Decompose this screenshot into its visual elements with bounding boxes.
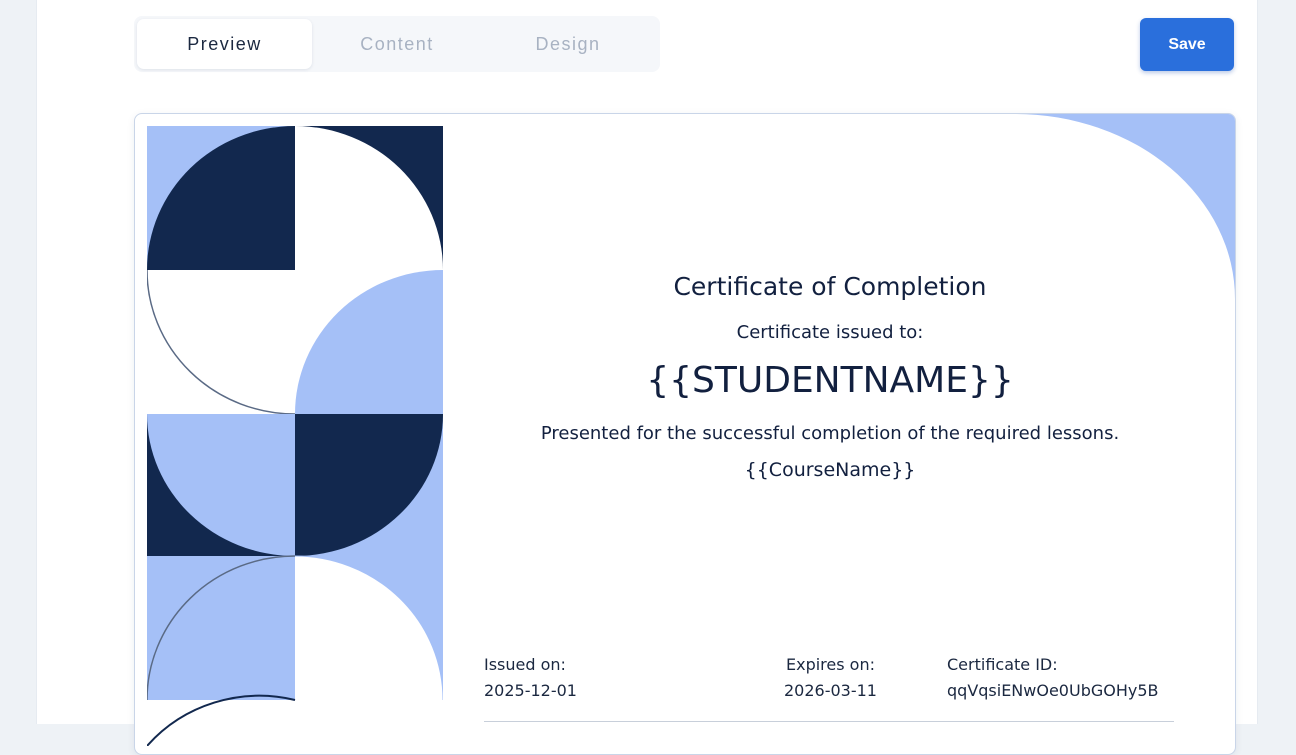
issued-on-block: Issued on: 2025-12-01	[484, 652, 577, 704]
view-tabs: Preview Content Design	[134, 16, 660, 72]
certificate-id-block: Certificate ID: qqVqsiENwOe0UbGOHy5B	[947, 652, 1159, 704]
page-container: Preview Content Design Save Certificate …	[36, 0, 1258, 755]
expires-on-block: Expires on: 2026-03-11	[784, 652, 877, 704]
footer-divider	[484, 721, 1174, 722]
certificate-preview: Certificate of Completion Certificate is…	[134, 113, 1236, 755]
save-button[interactable]: Save	[1140, 18, 1234, 71]
student-name-placeholder: {{STUDENTNAME}}	[646, 360, 1014, 401]
expires-on-label: Expires on:	[785, 655, 875, 674]
presented-text: Presented for the successful completion …	[540, 423, 1120, 444]
tab-preview[interactable]: Preview	[137, 19, 312, 69]
issued-to-label: Certificate issued to:	[736, 322, 924, 343]
tab-content[interactable]: Content	[312, 19, 482, 69]
certificate-title: Certificate of Completion	[673, 272, 987, 301]
course-name-placeholder: {{CourseName}}	[744, 459, 916, 481]
issued-on-value: 2025-12-01	[484, 681, 577, 700]
issued-on-label: Issued on:	[484, 655, 566, 674]
certificate-id-label: Certificate ID:	[947, 655, 1058, 674]
tab-design[interactable]: Design	[482, 19, 654, 69]
geometric-pattern-decoration	[147, 126, 443, 746]
expires-on-value: 2026-03-11	[784, 681, 877, 700]
certificate-id-value: qqVqsiENwOe0UbGOHy5B	[947, 681, 1159, 700]
